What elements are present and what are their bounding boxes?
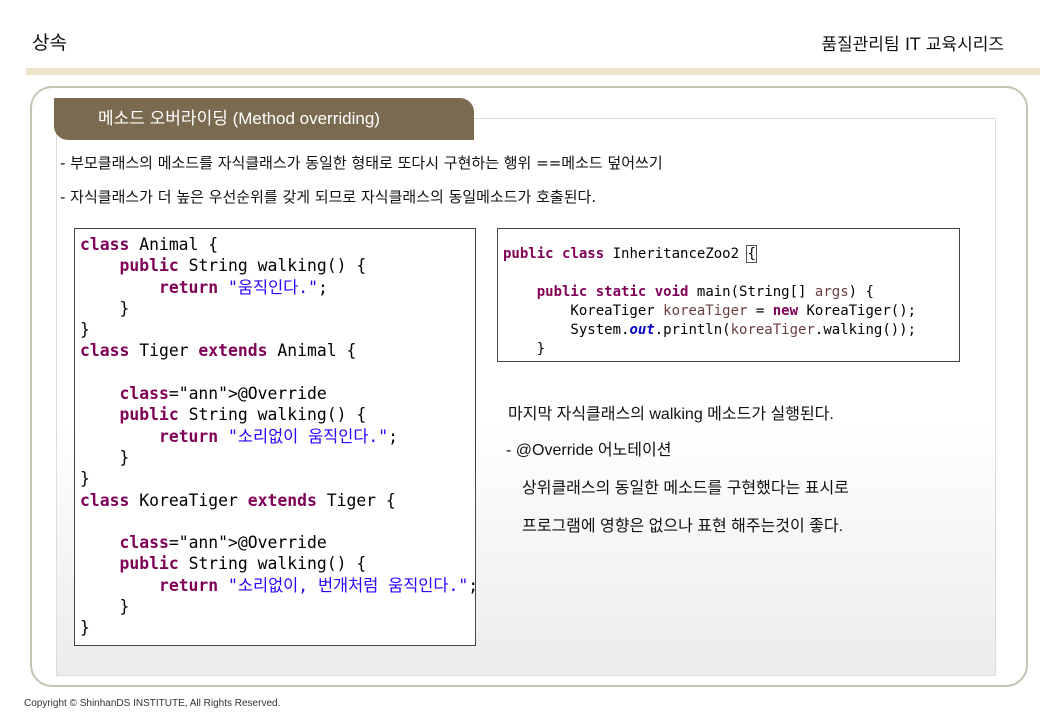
description-line-2: - @Override 어노테이션 xyxy=(506,442,672,459)
code-block-classes: class Animal { public String walking() {… xyxy=(74,228,478,646)
series-label: 품질관리팀 IT 교육시리즈 xyxy=(821,35,1004,55)
bullet-overriding-definition: - 부모클래스의 메소드를 자식클래스가 동일한 형태로 또다시 구현하는 행위… xyxy=(60,154,663,172)
description-line-3: 상위클래스의 동일한 메소드를 구현했다는 표시로 xyxy=(522,480,849,497)
description-line-4: 프로그램에 영향은 없으나 표현 해주는것이 좋다. xyxy=(522,518,844,535)
header-divider xyxy=(26,68,1040,75)
code-block-main: public class InheritanceZoo2 { public st… xyxy=(497,228,960,362)
description-line-1: 마지막 자식클래스의 walking 메소드가 실행된다. xyxy=(508,406,834,423)
copyright-text: Copyright © ShinhanDS INSTITUTE, All Rig… xyxy=(24,698,281,709)
page-title: 상속 xyxy=(32,32,67,54)
bullet-priority: - 자식클래스가 더 높은 우선순위를 갖게 되므로 자식클래스의 동일메소드가… xyxy=(60,188,597,206)
section-tab: 메소드 오버라이딩 (Method overriding) xyxy=(54,98,474,140)
